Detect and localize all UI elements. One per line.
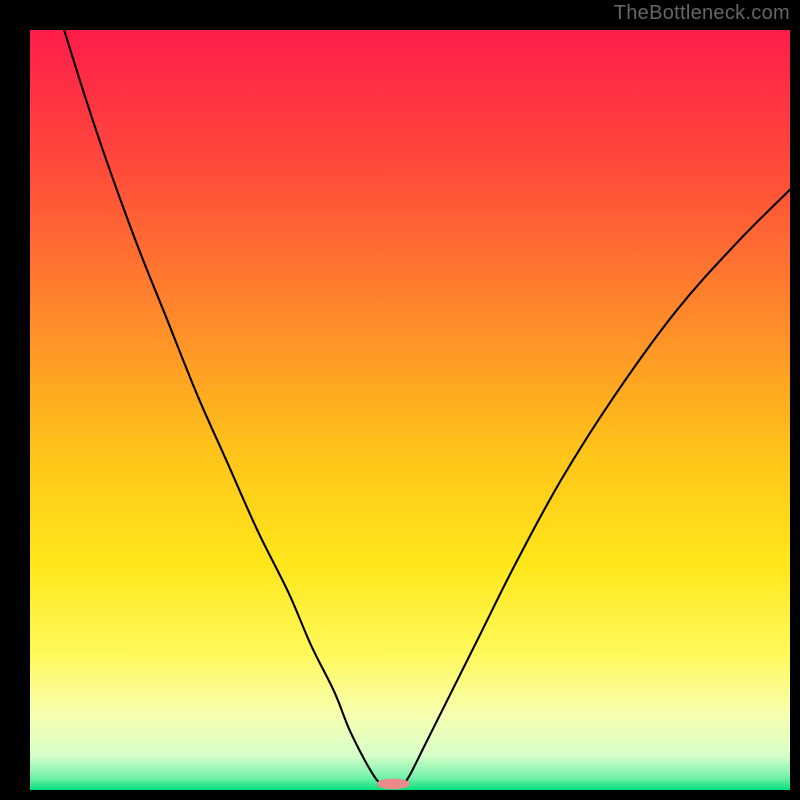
bottleneck-marker: [377, 779, 410, 790]
chart-stage: TheBottleneck.com: [0, 0, 800, 800]
watermark-text: TheBottleneck.com: [614, 2, 790, 25]
plot-background: [30, 30, 790, 790]
bottleneck-chart: [0, 0, 800, 800]
